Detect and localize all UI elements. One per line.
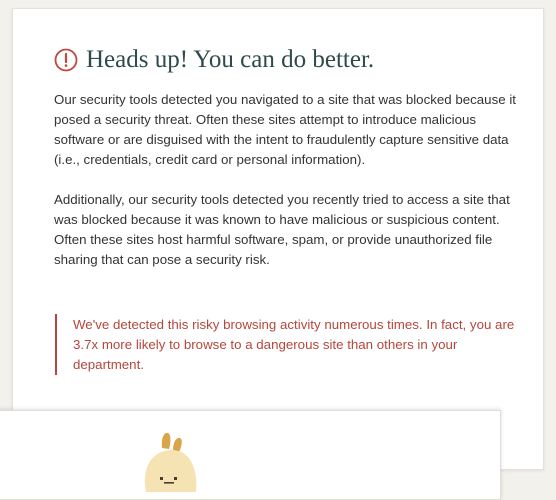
security-alert-card: Heads up! You can do better. Our securit… [12, 8, 544, 470]
alert-circle-icon [54, 48, 78, 72]
mascot-creature-icon [144, 432, 197, 492]
alert-paragraph-1: Our security tools detected you navigate… [54, 92, 516, 167]
risk-callout-text: We've detected this risky browsing activ… [73, 317, 515, 372]
mascot-card [0, 410, 501, 500]
alert-content: Heads up! You can do better. Our securit… [54, 45, 524, 290]
alert-heading: Heads up! You can do better. [54, 45, 524, 75]
alert-title: Heads up! You can do better. [86, 46, 375, 73]
alert-paragraph-2: Additionally, our security tools detecte… [54, 192, 510, 267]
risk-callout: We've detected this risky browsing activ… [55, 314, 515, 375]
